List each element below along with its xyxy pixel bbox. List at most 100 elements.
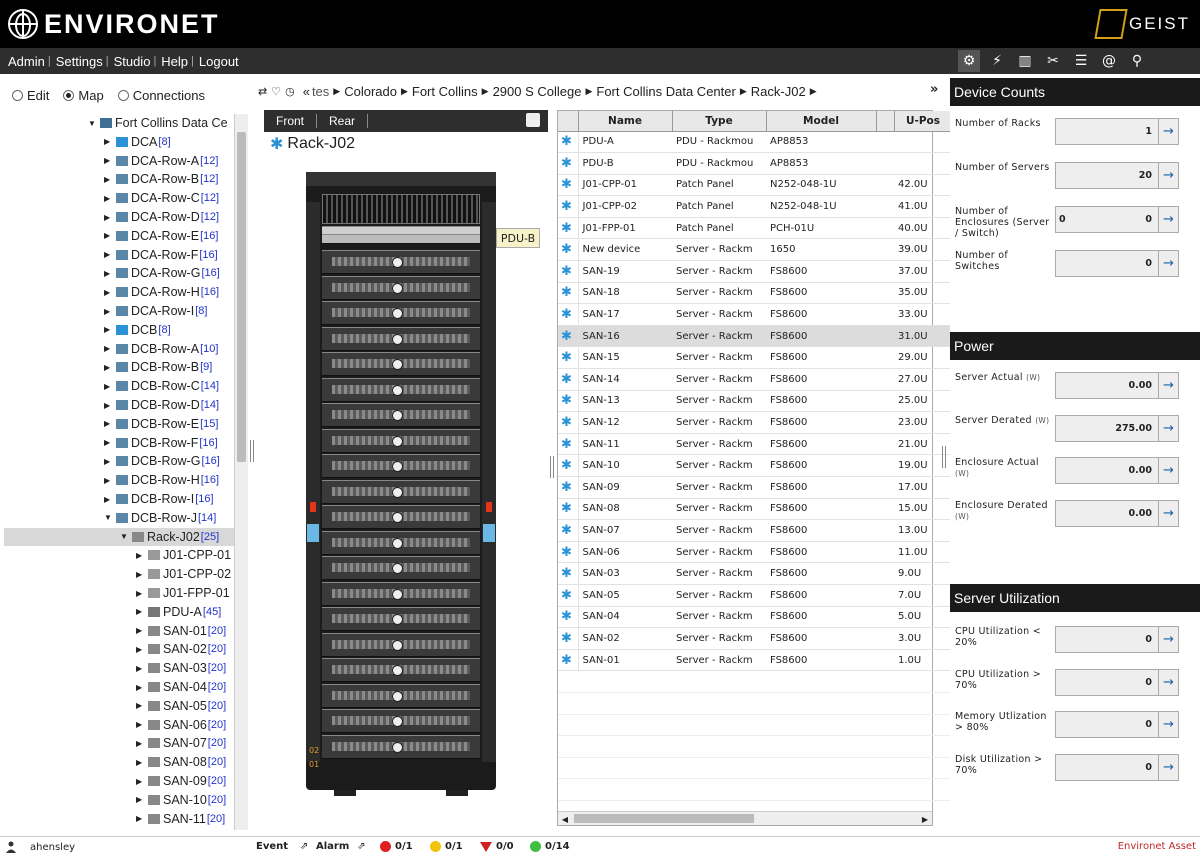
- tree-item[interactable]: ▶ PDU-A [45]: [4, 603, 236, 621]
- expand-icon[interactable]: ▶: [136, 589, 146, 598]
- server-unit[interactable]: [322, 658, 480, 682]
- alarm-popout-icon[interactable]: ⇗: [357, 841, 365, 852]
- tree-item[interactable]: ▶ DCA-Row-F [16]: [4, 246, 236, 264]
- breadcrumb-item-partial[interactable]: tes: [312, 84, 329, 99]
- server-unit[interactable]: [322, 250, 480, 274]
- server-unit[interactable]: [322, 683, 480, 708]
- tree-item[interactable]: ▶ DCB [8]: [4, 321, 236, 339]
- expand-icon[interactable]: ▶: [104, 194, 114, 203]
- tree-item[interactable]: ▶ SAN-09 [20]: [4, 772, 236, 790]
- column-name[interactable]: Name: [578, 111, 673, 132]
- menu-logout[interactable]: Logout: [199, 54, 239, 69]
- collapse-icon[interactable]: ▼: [120, 532, 130, 541]
- splitter-handle[interactable]: [942, 446, 946, 468]
- server-unit[interactable]: [322, 632, 480, 657]
- table-row[interactable]: ✱ SAN-01 Server - Rackm FS8600 1.0U: [558, 649, 952, 672]
- pdu-a-strip[interactable]: [307, 524, 319, 542]
- expand-icon[interactable]: ▶: [104, 382, 114, 391]
- expand-icon[interactable]: ▶: [104, 325, 114, 334]
- breadcrumb-item-colorado[interactable]: Colorado: [344, 84, 397, 99]
- expand-icon[interactable]: ▶: [136, 645, 146, 654]
- trash-icon[interactable]: ▥: [1014, 50, 1036, 72]
- expand-icon[interactable]: ▶: [136, 683, 146, 692]
- critical-count[interactable]: 0/1: [395, 841, 413, 852]
- table-row[interactable]: ✱ SAN-04 Server - Rackm FS8600 5.0U: [558, 606, 952, 629]
- server-unit[interactable]: [322, 352, 480, 376]
- column-upos[interactable]: U-Pos: [894, 111, 953, 132]
- tree-item[interactable]: ▶ DCA-Row-C [12]: [4, 189, 236, 207]
- history-icon[interactable]: ◷: [285, 85, 295, 98]
- patch-panel-unit[interactable]: [322, 194, 480, 224]
- table-row[interactable]: ✱ SAN-05 Server - Rackm FS8600 7.0U: [558, 584, 952, 607]
- expand-icon[interactable]: ▶: [136, 570, 146, 579]
- expand-icon[interactable]: ▶: [136, 814, 146, 823]
- expand-icon[interactable]: ▶: [104, 231, 114, 240]
- pdu-b-strip[interactable]: [483, 524, 495, 542]
- heart-icon[interactable]: ♡: [271, 85, 281, 98]
- tree-item[interactable]: ▶ SAN-07 [20]: [4, 734, 236, 752]
- menu-admin[interactable]: Admin: [8, 54, 45, 69]
- expand-icon[interactable]: ▶: [136, 777, 146, 786]
- table-row[interactable]: ✱ New device Server - Rackm 1650 39.0U: [558, 238, 952, 262]
- expand-icon[interactable]: ▶: [104, 156, 114, 165]
- tree-item[interactable]: ▶ SAN-01 [20]: [4, 622, 236, 640]
- breadcrumb-more[interactable]: »: [930, 82, 938, 97]
- tab-front[interactable]: Front: [264, 114, 318, 128]
- arrow-right-icon[interactable]: →: [1159, 668, 1179, 696]
- arrow-right-icon[interactable]: →: [1159, 753, 1179, 781]
- column-type[interactable]: Type: [672, 111, 767, 132]
- breadcrumb-item-rack[interactable]: Rack-J02: [751, 84, 806, 99]
- arrow-right-icon[interactable]: →: [1159, 626, 1179, 653]
- warning-count[interactable]: 0/1: [445, 841, 463, 852]
- tree-item[interactable]: ▶ DCA-Row-B [12]: [4, 170, 236, 188]
- table-row[interactable]: ✱ J01-FPP-01 Patch Panel PCH-01U 40.0U: [558, 217, 952, 240]
- breadcrumb-item-address[interactable]: 2900 S College: [493, 84, 582, 99]
- expand-icon[interactable]: ▶: [104, 250, 114, 259]
- tree-item[interactable]: ▼ Rack-J02 [25]: [4, 527, 236, 546]
- table-row[interactable]: ✱ SAN-07 Server - Rackm FS8600 13.0U: [558, 519, 952, 542]
- expand-icon[interactable]: ▶: [104, 419, 114, 428]
- table-row[interactable]: ✱ SAN-19 Server - Rackm FS8600 37.0U: [558, 260, 952, 283]
- arrow-right-icon[interactable]: →: [1159, 372, 1179, 399]
- down-count[interactable]: 0/0: [496, 841, 514, 852]
- breadcrumb-item-fort-collins[interactable]: Fort Collins: [412, 84, 478, 99]
- sync-icon[interactable]: ⇄: [258, 85, 267, 98]
- tree-item[interactable]: ▶ DCB-Row-F [16]: [4, 434, 236, 452]
- tree-item[interactable]: ▶ SAN-11 [20]: [4, 810, 236, 828]
- arrow-right-icon[interactable]: →: [1159, 711, 1179, 738]
- expand-icon[interactable]: ▶: [136, 720, 146, 729]
- print-icon[interactable]: [526, 113, 540, 127]
- breadcrumb-back[interactable]: «: [303, 84, 310, 99]
- expand-icon[interactable]: ▶: [136, 626, 146, 635]
- bolt-icon[interactable]: ⚡: [986, 50, 1008, 72]
- grid-scroll-thumb[interactable]: [574, 814, 754, 823]
- table-row[interactable]: ✱ SAN-11 Server - Rackm FS8600 21.0U: [558, 433, 952, 456]
- table-row[interactable]: ✱ J01-CPP-01 Patch Panel N252-048-1U 42.0U: [558, 174, 952, 197]
- server-unit[interactable]: [322, 734, 480, 759]
- menu-studio[interactable]: Studio: [114, 54, 151, 69]
- expand-icon[interactable]: ▶: [104, 344, 114, 353]
- table-row[interactable]: ✱ J01-CPP-02 Patch Panel N252-048-1U 41.0U: [558, 195, 952, 218]
- tree-item[interactable]: ▶ SAN-06 [20]: [4, 716, 236, 734]
- table-row[interactable]: ✱ SAN-18 Server - Rackm FS8600 35.0U: [558, 282, 952, 305]
- tree-item[interactable]: ▶ SAN-05 [20]: [4, 697, 236, 715]
- server-unit[interactable]: [322, 403, 480, 427]
- alarm-label[interactable]: Alarm: [316, 841, 349, 852]
- splitter-handle[interactable]: [250, 440, 254, 462]
- tab-rear[interactable]: Rear: [317, 114, 369, 128]
- connections-radio[interactable]: [117, 90, 129, 101]
- server-unit[interactable]: [322, 479, 480, 504]
- tree-item[interactable]: ▶ DCB-Row-B [9]: [4, 358, 236, 376]
- tree-item[interactable]: ▶ SAN-04 [20]: [4, 678, 236, 696]
- tree-item[interactable]: ▼ DCB-Row-J [14]: [4, 509, 236, 527]
- table-row[interactable]: ✱ SAN-06 Server - Rackm FS8600 11.0U: [558, 541, 952, 564]
- expand-icon[interactable]: ▶: [136, 758, 146, 767]
- event-label[interactable]: Event: [256, 841, 288, 852]
- server-unit[interactable]: [322, 505, 480, 529]
- tree-item[interactable]: ▶ SAN-02 [20]: [4, 640, 236, 658]
- fiber-panel-unit[interactable]: [322, 234, 480, 244]
- server-unit[interactable]: [322, 454, 480, 478]
- expand-icon[interactable]: ▶: [104, 476, 114, 485]
- arrow-right-icon[interactable]: →: [1159, 206, 1179, 233]
- tree-scroll-thumb[interactable]: [237, 132, 246, 462]
